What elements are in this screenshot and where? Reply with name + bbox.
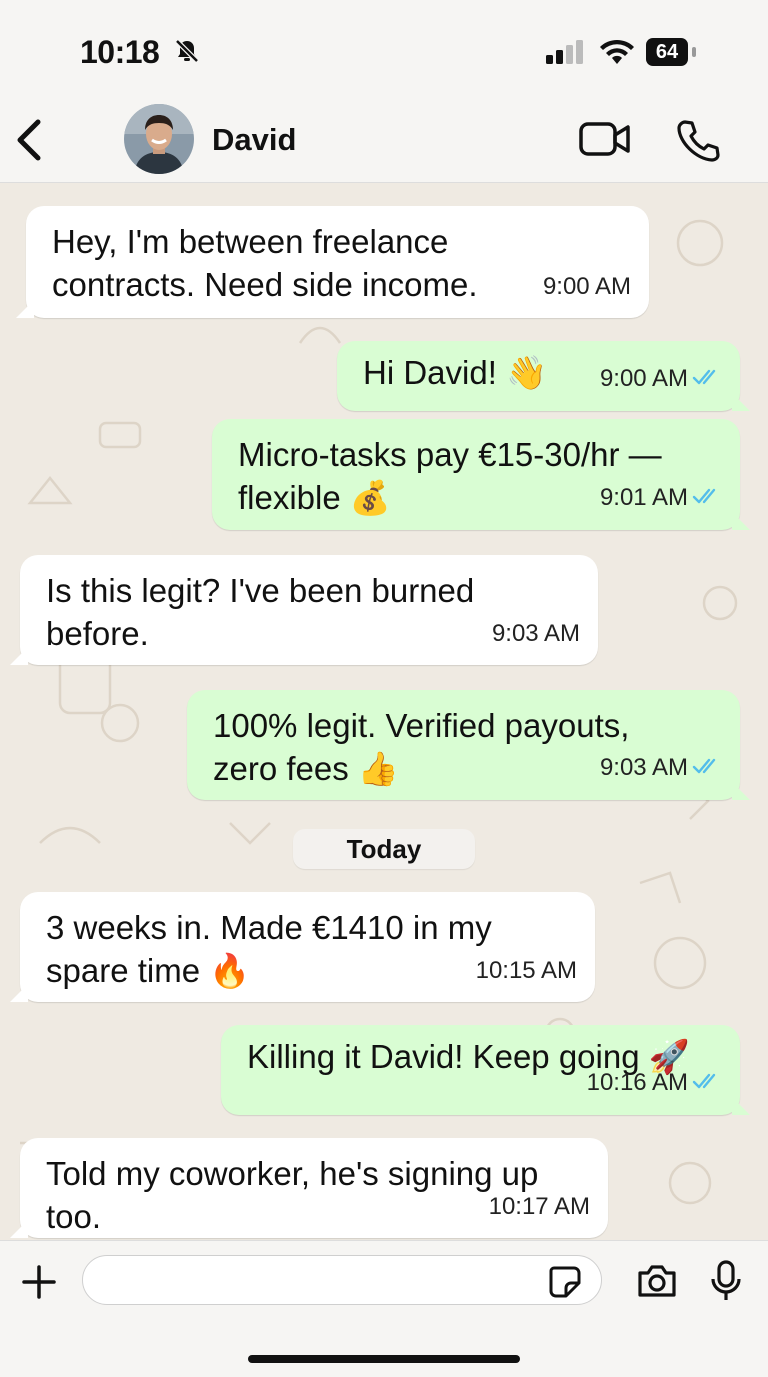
outgoing-message[interactable]: Micro-tasks pay €15-30/hr — flexible 💰 9:0… (212, 419, 750, 530)
message-input[interactable] (82, 1255, 602, 1305)
phone-icon[interactable] (676, 118, 720, 167)
message-meta: 9:00 AM (543, 265, 631, 308)
signal-icon (546, 40, 586, 69)
incoming-message[interactable]: 3 weeks in. Made €1410 in my spare time 🔥… (10, 892, 595, 1002)
bubble-tail (10, 647, 28, 665)
message-time: 10:16 AM (586, 1068, 688, 1096)
bubble-tail (10, 984, 28, 1002)
mic-icon[interactable] (708, 1259, 744, 1308)
message-meta: 10:16 AM (587, 1061, 722, 1105)
plus-icon[interactable] (20, 1263, 58, 1306)
message-meta: 9:03 AM (600, 746, 722, 790)
message-time: 9:03 AM (491, 620, 580, 647)
outgoing-message[interactable]: Killing it David! Keep going 🚀 10:16 AM (221, 1025, 750, 1115)
avatar[interactable] (124, 104, 194, 174)
sticker-icon[interactable] (548, 1265, 582, 1304)
home-indicator (248, 1355, 520, 1363)
silent-bell-icon (174, 38, 200, 69)
message-meta: 9:03 AM (492, 612, 580, 655)
message-meta: 10:15 AM (476, 949, 577, 992)
bubble-tail (10, 1220, 28, 1238)
message-meta: 10:17 AM (489, 1185, 590, 1228)
message-meta: 9:00 AM (600, 357, 722, 401)
message-time: 9:01 AM (599, 483, 688, 511)
bubble-tail (732, 782, 750, 800)
status-time: 10:18 (80, 34, 160, 70)
contact-name[interactable]: David (212, 122, 296, 158)
bubble-tail (732, 512, 750, 530)
video-call-icon[interactable] (578, 120, 632, 163)
camera-icon[interactable] (636, 1263, 678, 1304)
read-receipt-icon (692, 747, 722, 790)
message-text: 100% legit. Verified payouts, (213, 707, 630, 744)
message-time: 9:00 AM (599, 364, 688, 392)
bubble-tail (732, 1097, 750, 1115)
read-receipt-icon (692, 477, 722, 520)
battery-icon: 64 (646, 38, 688, 66)
date-divider: Today (293, 829, 475, 869)
message-time: 10:15 AM (475, 957, 577, 984)
incoming-message[interactable]: Hey, I'm between freelance contracts. Nee… (16, 206, 649, 318)
read-receipt-icon (692, 358, 722, 401)
message-text: Micro-tasks pay €15-30/hr — (238, 436, 662, 473)
read-receipt-icon (692, 1062, 722, 1105)
chat-area[interactable]: Hey, I'm between freelance contracts. Nee… (0, 183, 768, 1240)
message-meta: 9:01 AM (600, 476, 722, 520)
message-text: Is this legit? I've been burned (46, 572, 475, 609)
bubble-tail (16, 300, 34, 318)
incoming-message[interactable]: Is this legit? I've been burned before. 9:… (10, 555, 598, 665)
message-text: Hey, I'm between freelance (52, 223, 449, 260)
chat-header: David (0, 100, 768, 183)
bubble-tail (732, 393, 750, 411)
battery-tip (692, 47, 696, 57)
outgoing-message[interactable]: Hi David! 👋 9:00 AM (337, 341, 750, 411)
message-time: 10:17 AM (488, 1193, 590, 1220)
outgoing-message[interactable]: 100% legit. Verified payouts, zero fees 👍… (187, 690, 750, 800)
message-time: 9:03 AM (599, 753, 688, 781)
incoming-message[interactable]: Told my coworker, he's signing up too. 10:… (10, 1138, 608, 1238)
message-time: 9:00 AM (542, 273, 631, 300)
message-text: 3 weeks in. Made €1410 in my (46, 909, 492, 946)
input-bar (0, 1240, 768, 1377)
status-bar: 10:18 64 (0, 0, 768, 100)
back-icon[interactable] (14, 118, 44, 167)
wifi-icon (598, 38, 636, 71)
